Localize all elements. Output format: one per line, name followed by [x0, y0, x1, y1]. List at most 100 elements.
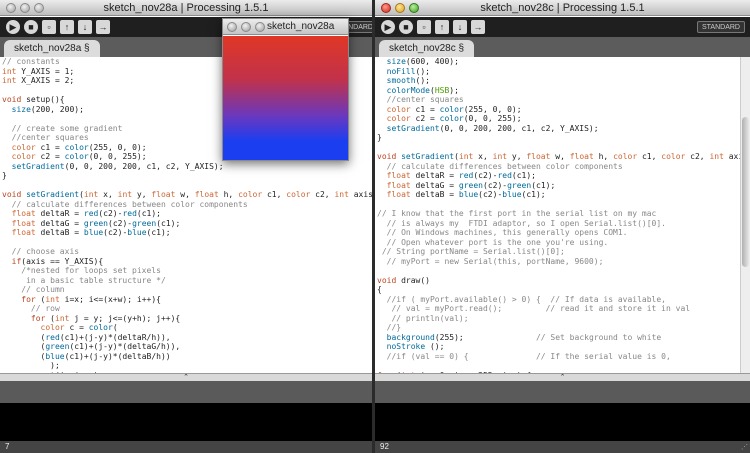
vertical-scrollbar[interactable] — [740, 57, 750, 373]
code-line[interactable]: // String portName = Serial.list()[0]; — [375, 247, 740, 257]
code-line[interactable] — [375, 200, 740, 210]
close-icon[interactable] — [227, 22, 237, 32]
minimize-icon[interactable] — [395, 3, 405, 13]
stop-icon[interactable]: ■ — [24, 20, 38, 34]
code-line[interactable]: // calculate differences between color c… — [375, 162, 740, 172]
code-line[interactable]: // is always my FTDI adaptor, so I open … — [375, 219, 740, 229]
code-line[interactable]: // val = myPort.read(); // read it and s… — [375, 304, 740, 314]
status-footer: 92 ⋰ — [375, 441, 750, 453]
code-editor[interactable]: size(600, 400); noFill(); smooth(); colo… — [375, 57, 740, 373]
zoom-icon[interactable] — [255, 22, 265, 32]
title-bar[interactable]: sketch_nov28c | Processing 1.5.1 — [375, 0, 750, 16]
sketch-title-bar[interactable]: sketch_nov28a — [223, 19, 348, 35]
message-area — [0, 381, 372, 403]
new-icon[interactable]: ▫ — [417, 20, 431, 34]
code-line[interactable]: smooth(); — [375, 76, 740, 86]
tab-sketch-nov28c[interactable]: sketch_nov28c § — [379, 40, 475, 57]
code-line[interactable]: } — [375, 133, 740, 143]
code-line[interactable]: //if (val == 0) { // If the serial value… — [375, 352, 740, 362]
code-line[interactable]: //} — [375, 323, 740, 333]
tab-sketch-nov28a[interactable]: sketch_nov28a § — [4, 40, 100, 57]
code-line[interactable]: noFill(); — [375, 67, 740, 77]
code-line[interactable]: float deltaB = blue(c2)-blue(c1); — [0, 228, 372, 238]
code-line[interactable]: // I know that the first port in the ser… — [375, 209, 740, 219]
code-line[interactable]: size(600, 400); — [375, 57, 740, 67]
code-line[interactable]: color c2 = color(0, 0, 255); — [375, 114, 740, 124]
save-icon[interactable]: ↓ — [78, 20, 92, 34]
title-bar[interactable]: sketch_nov28a | Processing 1.5.1 — [0, 0, 372, 16]
code-line[interactable]: void draw() — [375, 276, 740, 286]
toolbar: ▶ ■ ▫ ↑ ↓ → STANDARD — [375, 17, 750, 37]
code-line[interactable]: void setGradient(int x, int y, float w, … — [375, 152, 740, 162]
code-line[interactable]: float deltaG = green(c2)-green(c1); — [375, 181, 740, 191]
zoom-icon[interactable] — [34, 3, 44, 13]
code-line[interactable]: { — [375, 285, 740, 295]
code-line[interactable]: in a basic table structure */ — [0, 276, 372, 286]
code-line[interactable]: if(axis == Y_AXIS){ — [0, 257, 372, 267]
code-line[interactable]: // println(val); — [375, 314, 740, 324]
export-icon[interactable]: → — [471, 20, 485, 34]
line-number: 92 — [380, 442, 389, 451]
code-line[interactable]: (green(c1)+(j-y)*(deltaG/h)), — [0, 342, 372, 352]
code-line[interactable] — [0, 181, 372, 191]
line-number: 7 — [5, 442, 10, 451]
scrollbar-thumb[interactable] — [742, 117, 749, 267]
code-line[interactable]: // choose axis — [0, 247, 372, 257]
code-line[interactable]: float deltaB = blue(c2)-blue(c1); — [375, 190, 740, 200]
code-line[interactable]: for (int j = y; j<=(y+h); j++){ — [0, 314, 372, 324]
code-line[interactable]: float deltaG = green(c2)-green(c1); — [0, 219, 372, 229]
code-line[interactable]: } — [0, 171, 372, 181]
code-line[interactable] — [375, 266, 740, 276]
code-line[interactable]: float deltaR = red(c2)-red(c1); — [375, 171, 740, 181]
new-icon[interactable]: ▫ — [42, 20, 56, 34]
gradient-canvas — [223, 36, 348, 160]
code-line[interactable]: // calculate differences between color c… — [0, 200, 372, 210]
resize-grip-icon[interactable]: ⋰ — [741, 444, 749, 452]
code-line[interactable]: //if ( myPort.available() > 0) { // If d… — [375, 295, 740, 305]
code-line[interactable]: setGradient(0, 0, 200, 200, c1, c2, Y_AX… — [0, 162, 372, 172]
close-icon[interactable] — [6, 3, 16, 13]
code-line[interactable]: // row — [0, 304, 372, 314]
code-line[interactable]: noStroke (); — [375, 342, 740, 352]
minimize-icon[interactable] — [241, 22, 251, 32]
splitter-handle[interactable]: ⌃ — [375, 373, 750, 381]
save-icon[interactable]: ↓ — [453, 20, 467, 34]
code-line[interactable]: // myPort = new Serial(this, portName, 9… — [375, 257, 740, 267]
code-line[interactable]: // On Windows machines, this generally o… — [375, 228, 740, 238]
code-line[interactable]: colorMode(HSB); — [375, 86, 740, 96]
code-line[interactable]: //center squares — [375, 95, 740, 105]
minimize-icon[interactable] — [20, 3, 30, 13]
code-line[interactable]: color c1 = color(255, 0, 0); — [375, 105, 740, 115]
close-icon[interactable] — [381, 3, 391, 13]
code-line[interactable]: color c = color( — [0, 323, 372, 333]
code-line[interactable]: setGradient(0, 0, 200, 200, c1, c2, Y_AX… — [375, 124, 740, 134]
open-icon[interactable]: ↑ — [435, 20, 449, 34]
right-editor-window: sketch_nov28c | Processing 1.5.1 ▶ ■ ▫ ↑… — [375, 0, 750, 453]
code-line[interactable]: background(255); // Set background to wh… — [375, 333, 740, 343]
code-line[interactable]: (blue(c1)+(j-y)*(deltaB/h)) — [0, 352, 372, 362]
run-icon[interactable]: ▶ — [6, 20, 20, 34]
console-area[interactable] — [0, 403, 372, 441]
mode-badge[interactable]: STANDARD — [697, 21, 745, 33]
code-line[interactable]: // Open whatever port is the one you're … — [375, 238, 740, 248]
code-line[interactable]: (red(c1)+(j-y)*(deltaR/h)), — [0, 333, 372, 343]
open-icon[interactable]: ↑ — [60, 20, 74, 34]
zoom-icon[interactable] — [409, 3, 419, 13]
code-line[interactable]: float deltaR = red(c2)-red(c1); — [0, 209, 372, 219]
sketch-output-window[interactable]: sketch_nov28a — [222, 18, 349, 161]
run-icon[interactable]: ▶ — [381, 20, 395, 34]
code-line[interactable]: for (int i=x; i<=(x+w); i++){ — [0, 295, 372, 305]
sketch-title: sketch_nov28a — [267, 21, 335, 32]
window-title: sketch_nov28a | Processing 1.5.1 — [103, 2, 269, 14]
code-line[interactable] — [375, 361, 740, 371]
code-line[interactable] — [0, 238, 372, 248]
code-line[interactable]: void setGradient(int x, int y, float w, … — [0, 190, 372, 200]
code-line[interactable] — [375, 143, 740, 153]
code-line[interactable]: /*nested for loops set pixels — [0, 266, 372, 276]
console-area[interactable] — [375, 403, 750, 441]
export-icon[interactable]: → — [96, 20, 110, 34]
stop-icon[interactable]: ■ — [399, 20, 413, 34]
splitter-handle[interactable]: ⌃ — [0, 373, 372, 381]
code-line[interactable]: ); — [0, 361, 372, 371]
code-line[interactable]: // column — [0, 285, 372, 295]
